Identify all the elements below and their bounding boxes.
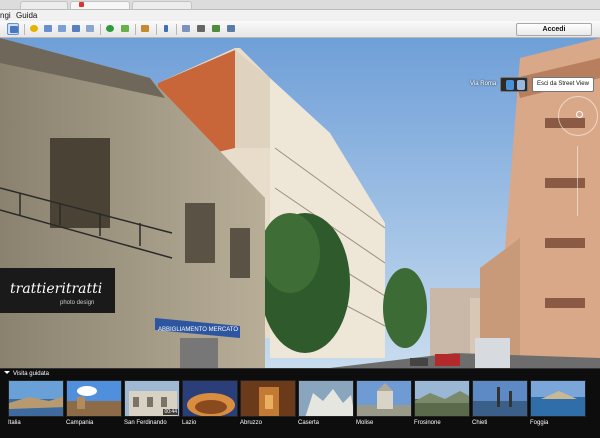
tour-thumbnail (530, 380, 586, 417)
guided-tour-bar: Visita guidata Italia Campania 00:44 San… (0, 368, 600, 438)
photo-icon (227, 25, 235, 32)
shop-banner-text: ABBIGLIAMENTO MERCATO (158, 327, 238, 333)
tour-item-caserta[interactable]: Caserta (298, 380, 354, 428)
polygon-icon (44, 25, 52, 32)
pegman-icon (506, 80, 514, 90)
street-name-label: Via Roma (470, 81, 497, 87)
tour-thumbnail (472, 380, 528, 417)
tour-thumbnail (240, 380, 296, 417)
street-view-controls: Esci da Street View (500, 77, 596, 92)
tour-item-label: Chieti (472, 420, 488, 426)
tour-item-italia[interactable]: Italia (8, 380, 64, 428)
toolbar-separator (135, 24, 136, 35)
tour-item-san-ferdinando[interactable]: 00:44 San Ferdinando (124, 380, 180, 428)
browser-tab[interactable] (20, 1, 68, 9)
tab-favicon-icon (79, 2, 84, 7)
tour-duration: 00:44 (163, 409, 178, 415)
ruler-button[interactable] (160, 23, 172, 35)
tour-thumbnail (356, 380, 412, 417)
tour-item-label: Molise (356, 420, 374, 426)
path-icon (58, 25, 66, 32)
collapse-arrow-icon (4, 371, 10, 374)
navigation-compass-ring[interactable] (558, 96, 598, 136)
pin-icon (30, 25, 38, 32)
map-icon (212, 25, 220, 32)
tour-item-campania[interactable]: Campania (66, 380, 122, 428)
tour-thumbnail (66, 380, 122, 417)
exit-street-view-button[interactable]: Esci da Street View (532, 77, 594, 92)
tour-item-label: Abruzzo (240, 420, 263, 426)
record-icon (86, 25, 94, 32)
street-view-panorama[interactable]: trattieritratti photo design ABBIGLIAMEN… (0, 38, 600, 368)
tour-item-label: Italia (8, 420, 21, 426)
tour-thumbnail (414, 380, 470, 417)
shop-sign-text: trattieritratti (10, 281, 102, 297)
tour-item-chieti[interactable]: Chieti (472, 380, 528, 428)
shop-sign-subtext: photo design (60, 300, 94, 306)
tour-record-button[interactable] (84, 23, 96, 35)
tour-item-label: Caserta (298, 420, 320, 426)
overlay-button[interactable] (70, 23, 82, 35)
ruler-icon (164, 25, 168, 32)
ground-view-icon (517, 80, 525, 90)
planet-switch-button[interactable] (139, 23, 151, 35)
polygon-button[interactable] (42, 23, 54, 35)
guided-tour-title: Visita guidata (13, 371, 49, 377)
google-earth-window: ngi Guida Accedi trattieritratti photo d… (0, 0, 600, 438)
historical-imagery-button[interactable] (104, 23, 116, 35)
tour-item-label: San Ferdinando (124, 420, 167, 426)
email-button[interactable] (180, 23, 192, 35)
toolbar-separator (156, 24, 157, 35)
menu-item-guida[interactable]: Guida (16, 10, 37, 21)
clock-icon (106, 25, 114, 32)
tour-item-molise[interactable]: Molise (356, 380, 412, 428)
path-button[interactable] (56, 23, 68, 35)
menu-item-aggiungi[interactable]: ngi (0, 10, 11, 21)
tour-item-label: Campania (66, 420, 94, 426)
sidebar-toggle-button[interactable] (7, 23, 19, 35)
tour-item-label: Frosinone (414, 420, 441, 426)
print-button[interactable] (195, 23, 207, 35)
tour-thumbnail (8, 380, 64, 417)
photo-button[interactable] (225, 23, 237, 35)
view-in-maps-button[interactable] (210, 23, 222, 35)
print-icon (197, 25, 205, 32)
tour-item-lazio[interactable]: Lazio (182, 380, 238, 428)
tour-item-foggia[interactable]: Foggia (530, 380, 586, 428)
tour-item-label: Lazio (182, 420, 197, 426)
menu-bar: ngi Guida (0, 10, 600, 21)
sun-icon (121, 25, 129, 32)
tour-item-abruzzo[interactable]: Abruzzo (240, 380, 296, 428)
zoom-slider[interactable] (577, 146, 578, 216)
sunlight-button[interactable] (119, 23, 131, 35)
guided-tour-header[interactable]: Visita guidata (4, 371, 49, 377)
browser-tab[interactable] (132, 1, 192, 9)
browser-tab-active[interactable] (70, 1, 130, 9)
tour-thumbnail (182, 380, 238, 417)
planet-icon (141, 25, 149, 32)
tour-item-frosinone[interactable]: Frosinone (414, 380, 470, 428)
sidebar-icon (10, 26, 18, 33)
tour-item-label: Foggia (530, 420, 549, 426)
street-view-mode-toggle[interactable] (500, 77, 528, 92)
browser-tab-strip (0, 0, 600, 10)
tour-thumbnail (298, 380, 354, 417)
overlay-icon (72, 25, 80, 32)
tour-thumbnail: 00:44 (124, 380, 180, 417)
toolbar-separator (176, 24, 177, 35)
email-icon (182, 25, 190, 32)
toolbar-separator (100, 24, 101, 35)
toolbar-separator (24, 24, 25, 35)
placemark-button[interactable] (28, 23, 40, 35)
sign-in-button[interactable]: Accedi (516, 23, 592, 36)
toolbar: Accedi (0, 21, 600, 38)
